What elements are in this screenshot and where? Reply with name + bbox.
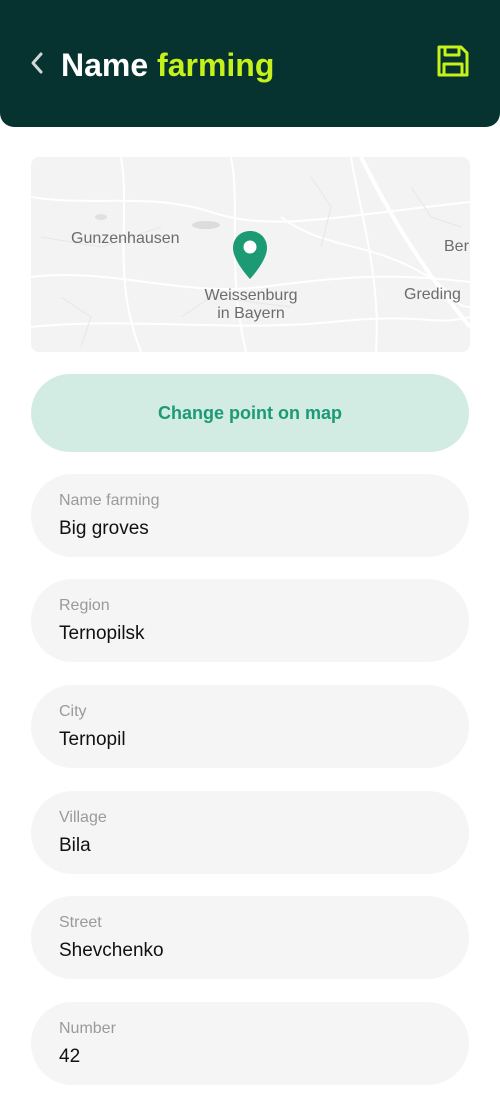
change-point-on-map-button[interactable]: Change point on map [31, 374, 469, 452]
field-label: Region [59, 597, 110, 614]
chevron-left-icon [29, 50, 45, 81]
map-view[interactable]: Gunzenhausen Weissenburg in Bayern Gredi… [31, 157, 470, 352]
field-label: Street [59, 914, 102, 931]
page-title-accent: farming [157, 47, 275, 83]
region-input[interactable] [59, 623, 439, 645]
field-label: City [59, 703, 87, 720]
city-field[interactable]: City [31, 685, 469, 768]
map-label-ber: Ber [444, 238, 469, 255]
name-farming-field[interactable]: Name farming [31, 474, 469, 557]
page-title-primary: Name [61, 47, 149, 83]
name-farming-input[interactable] [59, 518, 439, 540]
floppy-disk-icon [435, 43, 471, 84]
field-label: Village [59, 809, 107, 826]
map-label-weissenburg: Weissenburg in Bayern [204, 287, 298, 322]
village-input[interactable] [59, 835, 439, 857]
number-input[interactable] [59, 1046, 439, 1068]
village-field[interactable]: Village [31, 791, 469, 874]
city-input[interactable] [59, 729, 439, 751]
field-label: Number [59, 1020, 116, 1037]
map-pin-icon[interactable] [231, 229, 269, 281]
back-button[interactable] [24, 50, 50, 80]
street-input[interactable] [59, 940, 439, 962]
region-field[interactable]: Region [31, 579, 469, 662]
app-header: Name farming [0, 0, 500, 127]
number-field[interactable]: Number [31, 1002, 469, 1085]
map-label-gunzenhausen: Gunzenhausen [71, 230, 180, 247]
map-label-greding: Greding [404, 286, 461, 303]
field-label: Name farming [59, 492, 160, 509]
page-title: Name farming [61, 43, 274, 87]
street-field[interactable]: Street [31, 896, 469, 979]
save-button[interactable] [434, 44, 472, 82]
